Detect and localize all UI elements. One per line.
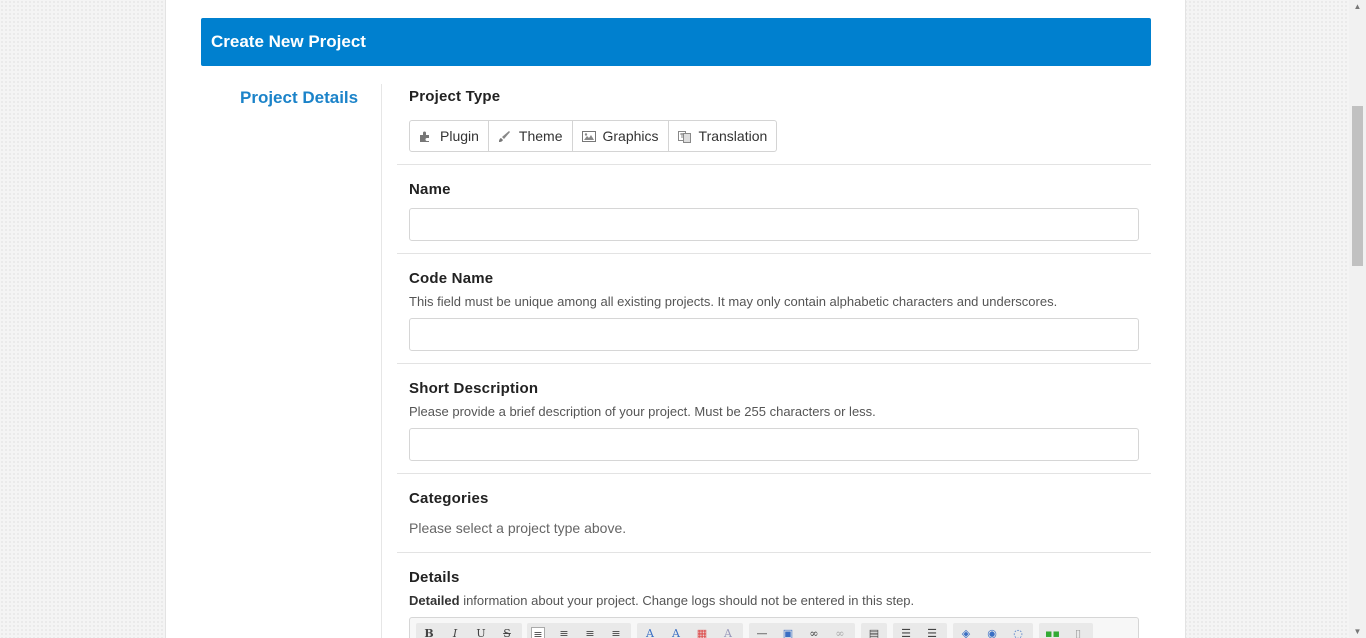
divider — [397, 552, 1151, 553]
italic-button[interactable]: I — [448, 627, 462, 638]
details-help-bold: Detailed — [409, 593, 460, 608]
toolbar-group-align: ≡ ≡ ≡ ≡ — [527, 623, 631, 638]
insert-image-icon[interactable]: ▣ — [781, 627, 795, 638]
short-description-input[interactable] — [409, 428, 1139, 461]
scroll-up-arrow-icon[interactable]: ▲ — [1353, 2, 1362, 11]
scrollbar-thumb[interactable] — [1352, 106, 1363, 266]
categories-placeholder: Please select a project type above. — [409, 520, 627, 536]
php-icon[interactable]: ◉ — [985, 627, 999, 638]
project-type-translation-label: Translation — [698, 128, 768, 144]
categories-label: Categories — [409, 490, 489, 507]
toolbar-group-font: A A ▦ A — [637, 623, 743, 638]
project-type-theme-button[interactable]: Theme — [489, 121, 573, 151]
font-size-icon[interactable]: A — [669, 627, 683, 638]
video-icon[interactable]: ▤ — [867, 627, 881, 638]
toolbar-group-blocks: ◈ ◉ ◌ — [953, 623, 1033, 638]
vertical-scrollbar[interactable]: ▲ ▼ — [1349, 0, 1366, 638]
short-description-help: Please provide a brief description of yo… — [409, 404, 876, 419]
page-title: Create New Project — [211, 32, 366, 51]
code-name-input[interactable] — [409, 318, 1139, 351]
main-panel: Create New Project Project Details Proje… — [165, 0, 1186, 638]
numbered-list-icon[interactable]: ☰ — [925, 627, 939, 638]
section-divider — [381, 84, 382, 638]
project-type-plugin-label: Plugin — [440, 128, 479, 144]
details-help-rest: information about your project. Change l… — [459, 593, 915, 608]
name-label: Name — [409, 181, 451, 198]
section-title-project-details: Project Details — [240, 88, 359, 107]
remove-format-icon[interactable]: A — [721, 627, 735, 638]
link-icon[interactable]: ∞ — [807, 627, 821, 638]
short-description-label: Short Description — [409, 380, 539, 397]
align-justify-icon[interactable]: ≡ — [609, 627, 623, 638]
toolbar-group-insert: — ▣ ∞ ∞ — [749, 623, 855, 638]
strikethrough-button[interactable]: S — [500, 627, 514, 638]
unlink-icon[interactable]: ∞ — [833, 627, 847, 638]
details-help: Detailed information about your project.… — [409, 593, 914, 608]
toolbar-group-format: B I U S — [416, 623, 522, 638]
project-type-theme-label: Theme — [518, 128, 563, 144]
color-icon[interactable]: ▦ — [695, 627, 709, 638]
project-type-translation-button[interactable]: Translation — [669, 121, 777, 151]
brush-icon — [498, 130, 511, 143]
quote-icon[interactable]: ◌ — [1011, 627, 1025, 638]
project-type-label: Project Type — [409, 88, 501, 105]
divider — [397, 253, 1151, 254]
bullet-list-icon[interactable]: ☰ — [899, 627, 913, 638]
toolbar-group-media: ▤ — [861, 623, 887, 638]
bold-button[interactable]: B — [422, 627, 436, 638]
code-block-icon[interactable]: ◈ — [959, 627, 973, 638]
align-left-icon[interactable]: ≡ — [531, 627, 545, 638]
scroll-down-arrow-icon[interactable]: ▼ — [1353, 627, 1362, 636]
code-name-label: Code Name — [409, 270, 494, 287]
align-center-icon[interactable]: ≡ — [557, 627, 571, 638]
details-label: Details — [409, 569, 460, 586]
project-type-graphics-button[interactable]: Graphics — [573, 121, 669, 151]
language-icon — [677, 130, 691, 143]
divider — [397, 363, 1151, 364]
toolbar-group-lists: ☰ ☰ — [893, 623, 947, 638]
project-type-plugin-button[interactable]: Plugin — [410, 121, 489, 151]
source-icon[interactable]: ▯ — [1071, 627, 1085, 638]
project-type-selector: Plugin Theme Graphics Translation — [409, 120, 778, 152]
align-right-icon[interactable]: ≡ — [583, 627, 597, 638]
font-icon[interactable]: A — [643, 627, 657, 638]
puzzle-icon — [419, 130, 432, 143]
toolbar-group-misc: ▪▪ ▯ — [1039, 623, 1093, 638]
name-input[interactable] — [409, 208, 1139, 241]
form-header: Create New Project — [201, 18, 1151, 66]
project-type-graphics-label: Graphics — [602, 128, 659, 144]
underline-button[interactable]: U — [474, 627, 488, 638]
divider — [397, 164, 1151, 165]
spoiler-icon[interactable]: ▪▪ — [1045, 627, 1060, 638]
horizontal-rule-icon[interactable]: — — [755, 627, 769, 638]
editor-toolbar: B I U S ≡ ≡ ≡ ≡ A A ▦ A — ▣ ∞ ∞ ▤ ☰ ☰ ◈ … — [409, 617, 1139, 638]
divider — [397, 473, 1151, 474]
code-name-help: This field must be unique among all exis… — [409, 294, 1058, 309]
image-icon — [581, 130, 596, 143]
